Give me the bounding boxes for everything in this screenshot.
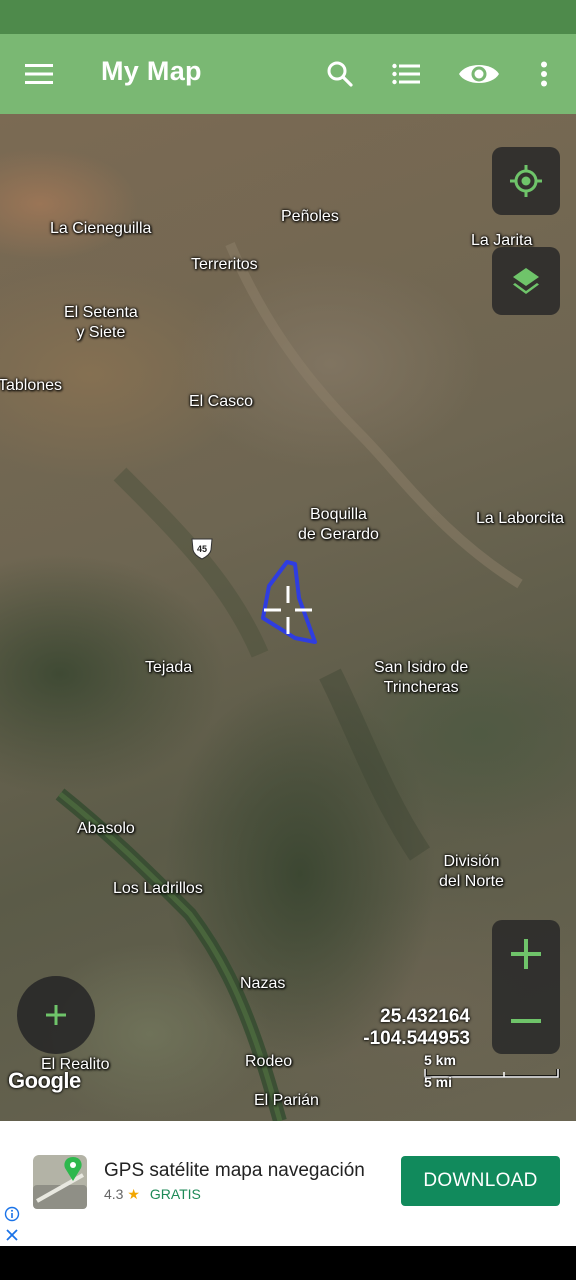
zoom-in-button[interactable] (492, 920, 560, 987)
plus-icon (511, 938, 541, 969)
place-label: Nazas (240, 975, 286, 992)
place-label: Abasolo (77, 820, 135, 837)
place-label: El Casco (189, 393, 254, 410)
download-button[interactable]: DOWNLOAD (401, 1156, 560, 1206)
google-logo[interactable]: Google (8, 1068, 81, 1094)
layers-button[interactable] (492, 247, 560, 315)
ad-app-icon[interactable] (33, 1155, 87, 1209)
crosshair-icon (264, 586, 312, 634)
minus-icon (511, 1018, 541, 1023)
my-location-icon (510, 165, 542, 197)
zoom-out-button[interactable] (492, 987, 560, 1054)
layers-icon (513, 268, 539, 294)
place-label: Peñoles (281, 208, 339, 225)
highway-shield-icon: 45 (191, 538, 213, 560)
menu-icon[interactable] (15, 50, 63, 98)
place-label: El Parián (254, 1092, 319, 1109)
place-label: División del Norte (439, 853, 504, 890)
my-location-button[interactable] (492, 147, 560, 215)
place-label: El Setenta y Siete (64, 304, 138, 341)
place-label: Los Ladrillos (113, 880, 203, 897)
place-label: Rodeo (245, 1053, 293, 1070)
place-label: San Isidro de Trincheras (374, 659, 469, 696)
zoom-controls (492, 920, 560, 1054)
coordinates-readout: 25.432164 -104.544953 (363, 1006, 470, 1050)
ad-title[interactable]: GPS satélite mapa navegación (104, 1160, 365, 1182)
map-view[interactable]: 45 La Cieneguilla Peñoles La Jarita Terr… (0, 114, 576, 1121)
ad-info-icon[interactable] (4, 1206, 20, 1222)
highway-shield-number: 45 (197, 544, 207, 554)
scale-bar: 5 km 5 mi (424, 1052, 560, 1092)
place-label: Tablones (0, 377, 63, 394)
page-title: My Map (101, 56, 202, 86)
search-icon[interactable] (316, 50, 364, 98)
place-label: Boquilla de Gerardo (298, 506, 379, 543)
latitude: 25.432164 (380, 1006, 470, 1027)
scale-mi: 5 mi (424, 1074, 453, 1090)
system-nav-bar (0, 1246, 576, 1280)
longitude: -104.544953 (363, 1028, 470, 1049)
ad-rating-row: 4.3 ★ GRATIS (104, 1186, 201, 1203)
place-label: La Laborcita (476, 510, 565, 527)
place-label: Tejada (145, 659, 193, 676)
ad-price: GRATIS (149, 1186, 201, 1202)
status-bar (0, 0, 576, 34)
plus-icon (46, 1005, 66, 1025)
list-icon[interactable] (382, 50, 430, 98)
place-label: Terreritos (191, 256, 258, 273)
place-label: La Cieneguilla (50, 220, 152, 237)
ad-rating: 4.3 (104, 1186, 124, 1202)
scale-km: 5 km (424, 1052, 456, 1068)
star-icon: ★ (127, 1186, 140, 1202)
add-marker-button[interactable] (17, 976, 95, 1054)
ad-close-icon[interactable] (5, 1228, 19, 1242)
app-bar: My Map (0, 34, 576, 114)
more-vert-icon[interactable] (520, 50, 568, 98)
eye-icon[interactable] (455, 50, 503, 98)
